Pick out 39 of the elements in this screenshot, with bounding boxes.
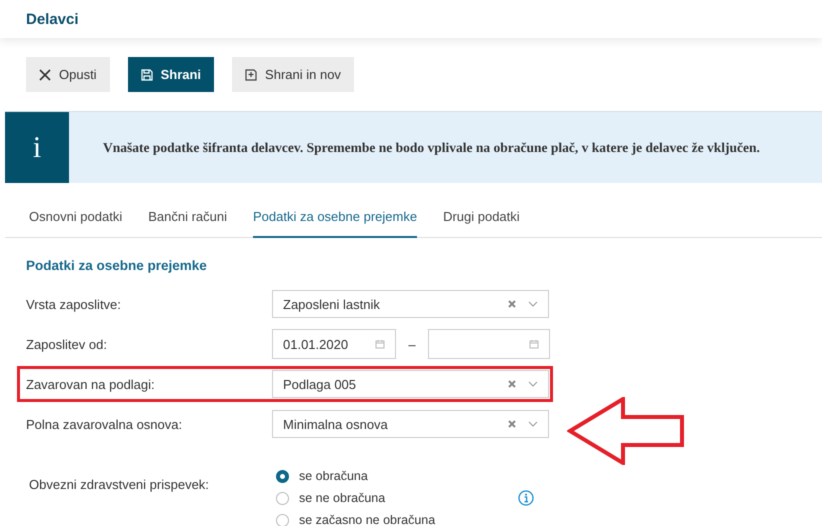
radio-button[interactable] [276, 470, 289, 482]
date-field[interactable] [428, 329, 550, 359]
cancel-button[interactable]: Opusti [26, 57, 110, 92]
select-field[interactable]: Podlaga 005 [272, 370, 549, 398]
tab[interactable]: Drugi podatki [443, 199, 520, 238]
calendar-icon [529, 339, 539, 349]
field-label: Zavarovan na podlagi: [26, 376, 156, 392]
clear-icon[interactable] [508, 420, 516, 428]
date-field[interactable]: 01.01.2020 [272, 329, 396, 359]
info-icon[interactable] [518, 490, 534, 506]
select-field[interactable]: Zaposleni lastnik [272, 290, 549, 318]
radio-label[interactable]: se ne obračuna [299, 491, 386, 505]
floppy-disk-plus-icon [245, 68, 258, 80]
radio-label[interactable]: se obračuna [299, 469, 368, 483]
save-button[interactable]: Shrani [128, 57, 214, 92]
section-title: Podatki za osebne prejemke [26, 258, 208, 273]
chevron-down-icon [528, 301, 538, 307]
calendar-icon [375, 339, 385, 349]
chevron-down-icon [528, 381, 538, 387]
page-title: Delavci [26, 10, 79, 28]
chevron-down-icon [528, 421, 538, 427]
field-label: Polna zavarovalna osnova: [26, 416, 184, 432]
field-label: Obvezni zdravstveni prispevek: [29, 476, 210, 492]
close-icon [39, 68, 51, 80]
radio-button[interactable] [276, 492, 289, 504]
clear-icon[interactable] [508, 300, 516, 308]
radio-label[interactable]: se začasno ne obračuna [299, 513, 436, 526]
clear-icon[interactable] [508, 380, 516, 388]
info-icon: i [5, 112, 69, 183]
select-field[interactable]: Minimalna osnova [272, 410, 549, 438]
field-label: Zaposlitev od: [26, 336, 108, 352]
tab[interactable]: Podatki za osebne prejemke [253, 199, 418, 238]
radio-button[interactable] [276, 514, 289, 526]
tab[interactable]: Osnovni podatki [29, 199, 122, 238]
tab[interactable]: Bančni računi [148, 199, 228, 238]
info-message: Vnašate podatke šifranta delavcev. Spremembe ne bodo vplivale na obračune plač, v katere je delavec že vključen. [103, 140, 760, 156]
save-and-new-button[interactable]: Shrani in nov [232, 57, 354, 92]
field-label: Vrsta zaposlitve: [26, 296, 122, 312]
range-separator: – [407, 336, 417, 352]
